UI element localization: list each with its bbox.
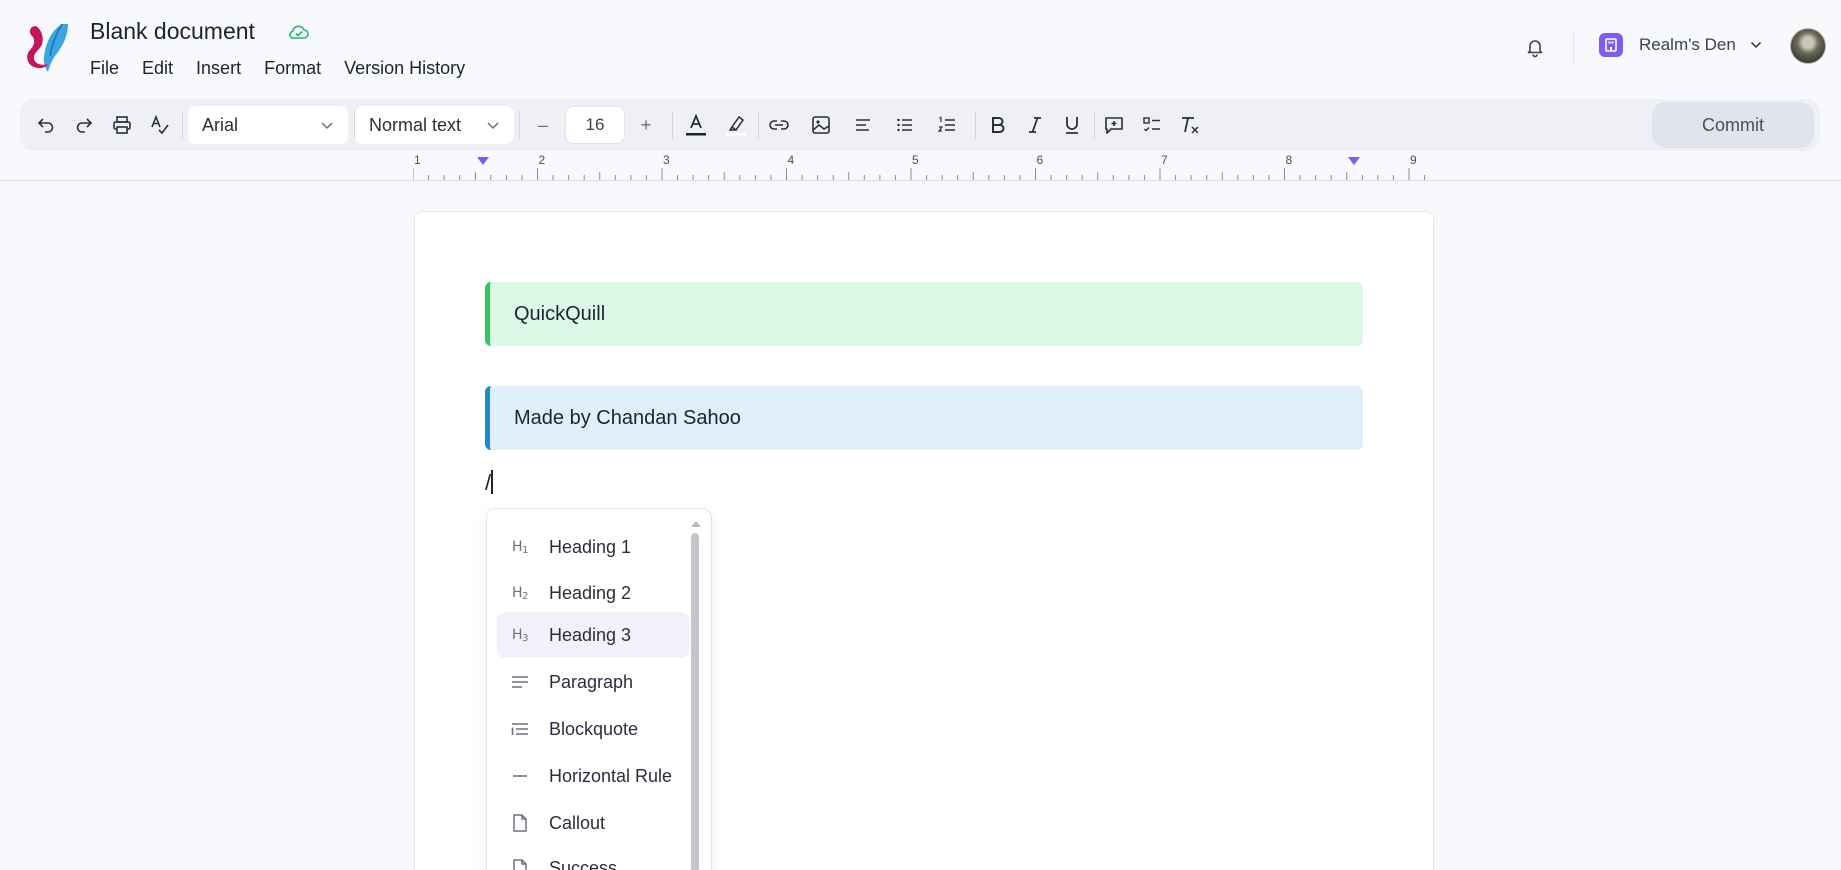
italic-icon[interactable] (1019, 99, 1051, 151)
chevron-down-icon (321, 122, 333, 130)
slash-command-menu: H1 Heading 1 H2 Heading 2 H3 Heading 3 P… (486, 508, 712, 870)
font-family-value: Arial (202, 114, 239, 135)
font-size-input[interactable]: 16 (565, 106, 625, 144)
heading-2-icon: H2 (512, 584, 528, 602)
menu-item-heading-2[interactable]: H2 Heading 2 (497, 570, 689, 616)
bullet-list-icon[interactable] (889, 99, 921, 151)
spellcheck-icon[interactable] (144, 99, 176, 151)
chevron-down-icon (1750, 41, 1761, 49)
callout-info[interactable]: Made by Chandan Sahoo (485, 386, 1363, 450)
success-icon (509, 857, 531, 870)
bold-icon[interactable] (982, 99, 1014, 151)
clear-formatting-icon[interactable] (1174, 99, 1206, 151)
cloud-saved-icon (289, 25, 309, 39)
workspace-icon (1599, 33, 1623, 57)
toolbar-divider (519, 111, 520, 139)
ruler-number: 1 (414, 153, 421, 167)
link-icon[interactable] (763, 99, 795, 151)
toolbar-divider (975, 111, 976, 139)
horizontal-rule-icon (509, 765, 531, 787)
numbered-list-icon[interactable] (931, 99, 963, 151)
text-caret (491, 470, 493, 494)
document-title[interactable]: Blank document (90, 18, 255, 45)
horizontal-ruler: 1 2 3 4 5 6 7 8 9 (413, 153, 1426, 180)
toolbar-divider (672, 111, 673, 139)
menu-item-label: Blockquote (549, 718, 639, 739)
menu-insert[interactable]: Insert (196, 58, 241, 79)
menu-item-label: Heading 1 (549, 536, 632, 557)
ruler-number: 8 (1286, 153, 1293, 167)
menu-item-label: Heading 2 (549, 582, 632, 603)
scroll-up-arrow[interactable] (691, 521, 701, 527)
menu-item-callout[interactable]: Callout (497, 800, 689, 846)
menu-item-label: Paragraph (549, 671, 634, 692)
left-indent-marker[interactable] (477, 157, 489, 165)
ruler-number: 4 (788, 153, 795, 167)
menu-item-label: Heading 3 (549, 624, 632, 645)
callout-icon (509, 812, 531, 834)
menu-item-label: Success (549, 857, 618, 870)
command-input-line[interactable]: / (485, 470, 493, 496)
ruler-baseline (0, 180, 1841, 181)
menu-format[interactable]: Format (264, 58, 321, 79)
menu-item-heading-3[interactable]: H3 Heading 3 (497, 612, 689, 658)
ruler-number: 5 (912, 153, 919, 167)
menu-item-blockquote[interactable]: Blockquote (497, 706, 689, 752)
menu-file[interactable]: File (90, 58, 119, 79)
callout-success[interactable]: QuickQuill (485, 282, 1363, 346)
ruler-number: 6 (1037, 153, 1044, 167)
menu-item-heading-1[interactable]: H1 Heading 1 (497, 524, 689, 570)
highlight-icon[interactable] (720, 99, 752, 151)
quill-logo (27, 23, 68, 72)
toolbar-divider (1094, 111, 1095, 139)
text-style-select[interactable]: Normal text (355, 106, 514, 144)
menu-item-success[interactable]: Success (497, 845, 689, 870)
scrollbar-thumb[interactable] (691, 533, 699, 870)
menu-version-history[interactable]: Version History (344, 58, 465, 79)
right-indent-marker[interactable] (1348, 157, 1360, 165)
heading-3-icon: H3 (512, 626, 528, 644)
font-family-select[interactable]: Arial (188, 106, 348, 144)
checklist-icon[interactable] (1136, 99, 1168, 151)
ruler-number: 2 (539, 153, 546, 167)
align-left-icon[interactable] (847, 99, 879, 151)
menu-item-paragraph[interactable]: Paragraph (497, 659, 689, 705)
chevron-down-icon (487, 122, 499, 130)
text-style-value: Normal text (369, 114, 462, 135)
bell-icon[interactable] (1524, 36, 1546, 58)
heading-1-icon: H1 (512, 538, 528, 556)
menu-item-label: Callout (549, 812, 606, 833)
workspace-switcher[interactable]: Realm's Den (1599, 33, 1762, 57)
header-divider (1573, 30, 1574, 64)
commit-button[interactable]: Commit (1652, 102, 1814, 148)
print-icon[interactable] (106, 99, 138, 151)
app-header: Blank document File Edit Insert Format V… (0, 0, 1841, 88)
toolbar-divider (758, 111, 759, 139)
paragraph-icon (509, 671, 531, 693)
ruler-number: 9 (1410, 153, 1417, 167)
add-comment-icon[interactable] (1098, 99, 1130, 151)
menu-item-horizontal-rule[interactable]: Horizontal Rule (497, 753, 689, 799)
increase-font-size-button[interactable]: + (632, 99, 660, 151)
redo-icon[interactable] (68, 99, 100, 151)
workspace-name: Realm's Den (1639, 35, 1736, 54)
ruler-number: 7 (1161, 153, 1168, 167)
menu-bar: File Edit Insert Format Version History (90, 58, 488, 79)
blockquote-icon (509, 718, 531, 740)
decrease-font-size-button[interactable]: – (529, 99, 557, 151)
undo-icon[interactable] (30, 99, 62, 151)
ruler-number: 3 (663, 153, 670, 167)
menu-edit[interactable]: Edit (142, 58, 173, 79)
formatting-toolbar: Arial Normal text – 16 + Commit (20, 99, 1820, 151)
toolbar-divider (182, 111, 183, 139)
text-color-icon[interactable] (680, 99, 712, 151)
underline-icon[interactable] (1056, 99, 1088, 151)
user-avatar[interactable] (1790, 28, 1826, 64)
image-icon[interactable] (805, 99, 837, 151)
menu-item-label: Horizontal Rule (549, 765, 673, 786)
